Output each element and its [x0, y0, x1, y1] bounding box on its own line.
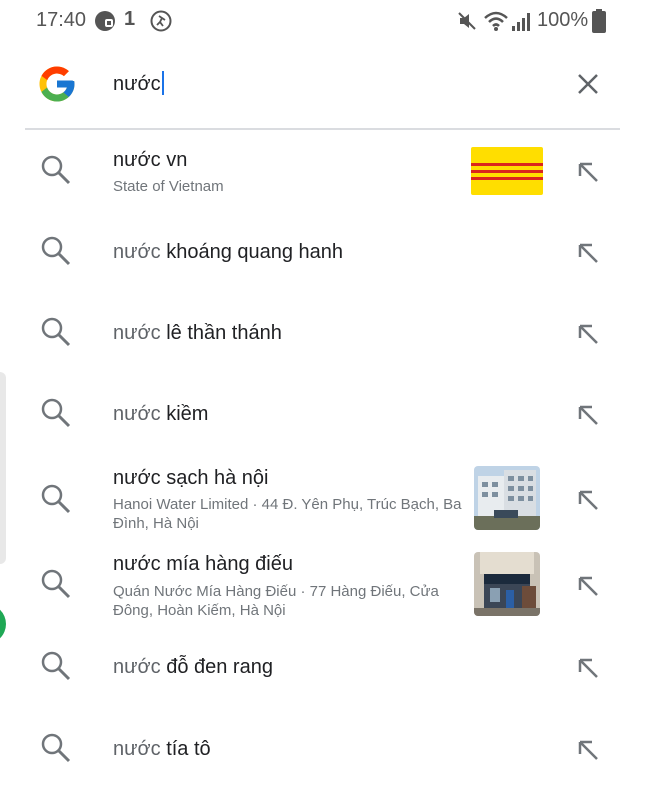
mute-icon [458, 12, 476, 30]
close-icon[interactable] [574, 70, 602, 98]
suggestion-rest: đỗ đen rang [160, 656, 273, 678]
fill-query-arrow-icon[interactable] [574, 572, 602, 600]
facebook-messenger-icon [95, 11, 115, 31]
search-icon [41, 651, 71, 681]
suggestion-title: nước tía tô [113, 738, 211, 761]
suggestion-rest: lê thần thánh [160, 322, 282, 344]
edge-panel-handle[interactable] [0, 372, 6, 564]
search-icon [41, 484, 71, 514]
activity-icon [150, 10, 172, 32]
search-icon [41, 569, 71, 599]
suggestion-title: nước vn [113, 149, 187, 172]
suggestion-rest: mía hàng điếu [160, 553, 293, 575]
suggestion-rest: vn [160, 149, 188, 171]
google-logo [39, 66, 75, 102]
suggestion-rest: sạch hà nội [160, 467, 269, 489]
suggestion-prefix: nước [113, 738, 161, 760]
suggestion-prefix: nước [113, 553, 161, 575]
fill-query-arrow-icon[interactable] [574, 401, 602, 429]
building-photo-thumbnail [474, 466, 540, 530]
suggestion-rest: kiềm [160, 403, 209, 425]
suggestion-subtitle: Quán Nước Mía Hàng Điếu · 77 Hàng Điếu, … [113, 583, 439, 619]
fill-query-arrow-icon[interactable] [574, 158, 602, 186]
search-icon [41, 317, 71, 347]
battery-icon [592, 9, 606, 33]
suggestion-title: nước lê thần thánh [113, 322, 282, 345]
status-time: 17:40 [36, 9, 87, 31]
suggestion-row[interactable]: nước lê thần thánh [0, 296, 645, 371]
suggestion-prefix: nước [113, 322, 161, 344]
suggestion-prefix: nước [113, 241, 161, 263]
suggestion-title: nước khoáng quang hanh [113, 241, 343, 264]
notification-count-icon: 1 [124, 8, 136, 30]
suggestion-prefix: nước [113, 656, 161, 678]
search-icon [41, 398, 71, 428]
search-input[interactable]: nước [113, 71, 164, 96]
search-query-text: nước [113, 73, 161, 95]
status-bar: 17:40 1 100% [0, 0, 645, 42]
suggestion-title: nước đỗ đen rang [113, 656, 273, 679]
signal-icon [512, 13, 530, 31]
fill-query-arrow-icon[interactable] [574, 486, 602, 514]
suggestion-row[interactable]: nước đỗ đen rang [0, 632, 645, 707]
wifi-icon [484, 11, 508, 31]
fill-query-arrow-icon[interactable] [574, 654, 602, 682]
suggestion-row[interactable]: nước kiềm [0, 377, 645, 452]
suggestion-row[interactable]: nước khoáng quang hanh [0, 215, 645, 290]
text-caret [161, 71, 164, 95]
header-divider [25, 128, 620, 130]
suggestion-row[interactable]: nước sạch hà nội Hanoi Water Limited · 4… [0, 460, 645, 540]
search-bar: nước [0, 48, 645, 128]
suggestion-title: nước kiềm [113, 403, 208, 426]
battery-percent: 100% [537, 9, 589, 31]
suggestion-rest: tía tô [160, 738, 211, 760]
suggestion-prefix: nước [113, 149, 161, 171]
suggestion-prefix: nước [113, 467, 161, 489]
fill-query-arrow-icon[interactable] [574, 736, 602, 764]
suggestion-row[interactable]: nước tía tô [0, 714, 645, 789]
suggestion-prefix: nước [113, 403, 161, 425]
suggestion-row[interactable]: nước mía hàng điếu Quán Nước Mía Hàng Đi… [0, 546, 645, 626]
shop-photo-thumbnail [474, 552, 540, 616]
search-icon [41, 155, 71, 185]
suggestion-row[interactable]: nước vn State of Vietnam [0, 135, 645, 210]
suggestion-title: nước mía hàng điếu [113, 553, 293, 576]
suggestion-rest: khoáng quang hanh [160, 241, 344, 263]
suggestion-subtitle: Hanoi Water Limited · 44 Đ. Yên Phụ, Trú… [113, 496, 462, 532]
fill-query-arrow-icon[interactable] [574, 239, 602, 267]
suggestion-subtitle: State of Vietnam [113, 178, 224, 195]
search-icon [41, 236, 71, 266]
search-icon [41, 733, 71, 763]
flag-thumbnail [471, 147, 543, 195]
suggestion-title: nước sạch hà nội [113, 467, 269, 490]
fill-query-arrow-icon[interactable] [574, 320, 602, 348]
